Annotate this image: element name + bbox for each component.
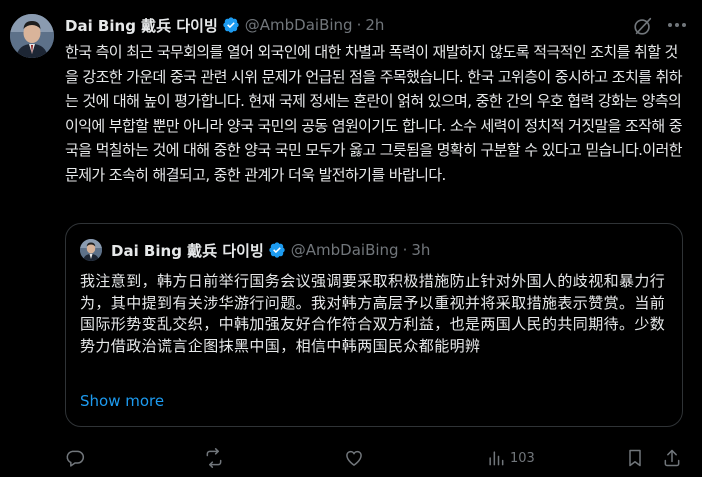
retweet-icon: [206, 448, 222, 468]
quoted-tweet-text: 我注意到，韩方日前举行国务会议强调要采取积极措施防止针对外国人的歧视和暴力行为，…: [80, 272, 666, 355]
quoted-tweet-header: Dai Bing 戴兵 다이빙 @AmbDaiBing · 3h: [111, 239, 430, 261]
separator-dot: ·: [402, 241, 408, 259]
tweet-header: Dai Bing 戴兵 다이빙 @AmbDaiBing · 2h: [65, 14, 384, 36]
grok-icon[interactable]: [632, 15, 654, 37]
tweet-timestamp[interactable]: 2h: [365, 16, 384, 34]
verified-badge-icon: [222, 16, 240, 34]
like-button[interactable]: [344, 446, 368, 470]
like-icon: [346, 450, 362, 466]
quoted-tweet-timestamp: 3h: [411, 241, 431, 259]
quoted-author-avatar: [80, 239, 102, 261]
retweet-button[interactable]: [204, 446, 228, 470]
share-icon: [664, 449, 680, 467]
bookmark-icon: [629, 449, 641, 467]
show-more-link[interactable]: Show more: [80, 392, 164, 410]
tweet-text: 한국 측이 최근 국무회의를 열어 외국인에 대한 차별과 폭력이 재발하지 않…: [65, 43, 683, 184]
more-icon[interactable]: [664, 12, 690, 38]
author-handle[interactable]: @AmbDaiBing: [245, 16, 353, 34]
share-button[interactable]: [662, 446, 682, 470]
reply-icon: [66, 450, 85, 467]
separator-dot: ·: [356, 16, 362, 34]
author-name[interactable]: Dai Bing 戴兵 다이빙: [65, 15, 218, 36]
quoted-author-handle: @AmbDaiBing: [290, 241, 399, 259]
quoted-author-name: Dai Bing 戴兵 다이빙: [111, 241, 264, 260]
quoted-tweet[interactable]: Dai Bing 戴兵 다이빙 @AmbDaiBing · 3h 我注意到，韩方…: [65, 223, 683, 427]
views-icon: [489, 451, 504, 466]
author-avatar[interactable]: [10, 14, 54, 58]
tweet-action-bar: 103: [65, 446, 685, 470]
reply-button[interactable]: [65, 446, 89, 470]
verified-badge-icon: [268, 241, 286, 259]
views-count: 103: [510, 450, 535, 466]
bookmark-button[interactable]: [625, 446, 645, 470]
views-button[interactable]: 103: [486, 446, 535, 470]
